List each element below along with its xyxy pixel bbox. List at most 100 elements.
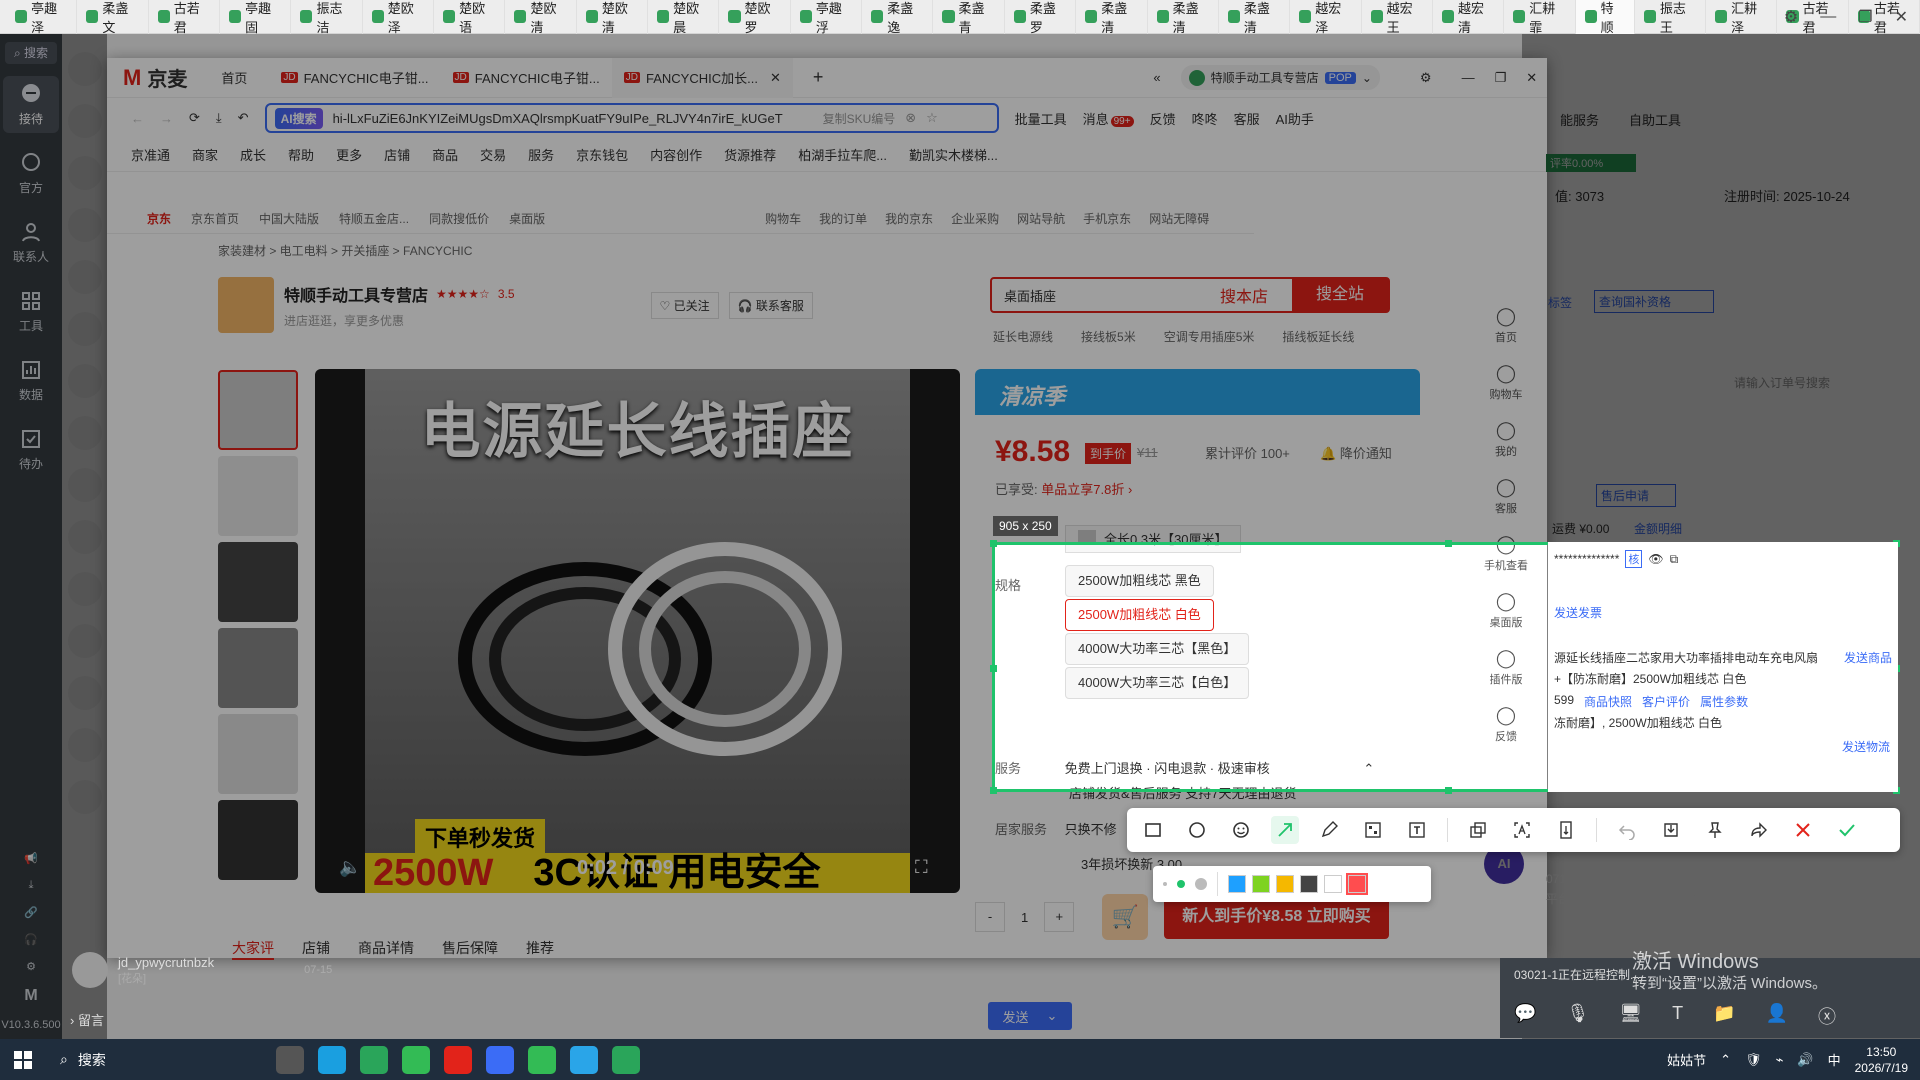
minimize-icon[interactable]: —: [1820, 8, 1836, 26]
wechat-icon[interactable]: [360, 1045, 388, 1074]
top-tab[interactable]: 楚欧泽: [363, 0, 435, 35]
top-tab[interactable]: 越宏清: [1433, 0, 1505, 35]
volume-icon[interactable]: 🔊: [1797, 1052, 1813, 1068]
mic-icon[interactable]: 🎙: [1566, 1003, 1589, 1029]
avatar[interactable]: [67, 468, 102, 502]
jd-nav-item[interactable]: 网站无障碍: [1149, 210, 1209, 227]
product-thumbnail[interactable]: [218, 800, 298, 880]
settings-icon[interactable]: ⚙: [26, 960, 36, 973]
send-product-link[interactable]: 发送商品: [1844, 649, 1892, 687]
top-tab[interactable]: 亭趣固: [220, 0, 292, 35]
jm-tab[interactable]: JD FANCYCHIC电子钳...: [441, 58, 612, 98]
follow-button[interactable]: ♡ 已关注: [650, 291, 719, 319]
home-service-value[interactable]: 只换不修: [1065, 822, 1117, 837]
jd-nav-item[interactable]: 我的京东: [885, 210, 933, 227]
app-icon[interactable]: [402, 1045, 430, 1074]
collapse-icon[interactable]: «: [1153, 70, 1160, 85]
qty-minus-button[interactable]: -: [975, 902, 1005, 932]
top-tab[interactable]: 柔盏清: [1219, 0, 1291, 35]
order-search-input[interactable]: 请输入订单号搜索: [1734, 374, 1874, 391]
screen-icon[interactable]: 🖥: [1619, 1003, 1642, 1029]
address-bar[interactable]: AI搜索 hi-lLxFuZiE6JnKYIZeiMUgsDmXAQlrsmpK…: [264, 103, 999, 133]
jm-logo-icon[interactable]: M: [24, 987, 37, 1005]
forward-icon[interactable]: →: [160, 111, 173, 126]
menu-item[interactable]: 交易: [480, 145, 506, 164]
pin-to-screen-tool[interactable]: [1464, 816, 1492, 844]
top-tab[interactable]: 古若君: [149, 0, 221, 35]
avatar[interactable]: [67, 208, 102, 242]
toolbar-item[interactable]: 反馈: [1150, 109, 1176, 128]
resize-handle[interactable]: [990, 787, 997, 794]
resize-handle[interactable]: [1445, 787, 1452, 794]
menu-item[interactable]: 服务: [528, 145, 554, 164]
top-tab[interactable]: 柔盏青: [933, 0, 1005, 35]
price-alert[interactable]: 🔔 降价通知: [1320, 443, 1392, 462]
qty-plus-button[interactable]: +: [1044, 902, 1075, 932]
refund-button[interactable]: 售后申请: [1596, 484, 1676, 507]
download-icon[interactable]: ⤓: [216, 110, 222, 126]
avatar[interactable]: [67, 520, 102, 554]
subsidy-query-button[interactable]: 查询国补资格: [1594, 290, 1714, 313]
jd-nav-logo[interactable]: 京东: [147, 210, 171, 227]
color-swatch[interactable]: [1228, 875, 1246, 893]
size-medium-icon[interactable]: [1177, 880, 1185, 888]
verify-badge[interactable]: 核: [1625, 550, 1643, 568]
smart-service-label[interactable]: 能服务: [1560, 110, 1599, 129]
product-thumbnail[interactable]: [218, 714, 298, 794]
reload-icon[interactable]: ⟳: [189, 110, 200, 126]
menu-item[interactable]: 货源推荐: [724, 145, 776, 164]
top-tab[interactable]: 亭趣泽: [6, 0, 78, 35]
link-icon[interactable]: 🔗: [24, 906, 38, 919]
menu-item[interactable]: 商品: [432, 145, 458, 164]
taskbar-search[interactable]: ⌕ 搜索: [46, 1039, 216, 1080]
close-icon[interactable]: ✕: [1895, 7, 1908, 27]
rail-item-todo[interactable]: 待办: [3, 421, 59, 478]
headset-icon[interactable]: 🎧: [24, 933, 38, 946]
menu-item[interactable]: 成长: [240, 145, 266, 164]
ellipse-tool[interactable]: [1183, 816, 1211, 844]
search-shop-button[interactable]: 搜本店: [1196, 283, 1292, 307]
user-icon[interactable]: 👤: [1766, 1003, 1788, 1029]
avatar[interactable]: [67, 624, 102, 658]
top-tab[interactable]: 楚欧晨: [648, 0, 720, 35]
color-swatch[interactable]: [1276, 875, 1294, 893]
toolbar-item[interactable]: 批量工具: [1015, 109, 1067, 128]
avatar[interactable]: [67, 364, 102, 398]
jd-nav-item[interactable]: 我的订单: [819, 210, 867, 227]
avatar[interactable]: [67, 728, 102, 762]
shop-name[interactable]: 特顺手动工具专营店: [284, 282, 428, 306]
avatar[interactable]: [67, 52, 102, 86]
hot-word[interactable]: 延长电源线: [993, 328, 1053, 345]
color-swatch[interactable]: [1324, 875, 1342, 893]
chat-icon[interactable]: 💬: [1514, 1003, 1536, 1029]
minimize-icon[interactable]: —: [1462, 70, 1475, 85]
pin-tool[interactable]: [1701, 816, 1729, 844]
enjoy-promo[interactable]: 已享受: 单品立享7.8折 ›: [995, 479, 1132, 498]
app-icon[interactable]: [528, 1045, 556, 1074]
text-icon[interactable]: T: [1672, 1003, 1683, 1029]
size-large-icon[interactable]: [1195, 878, 1207, 890]
size-small-icon[interactable]: [1163, 882, 1167, 886]
shop-sub[interactable]: 进店逛逛，享更多优惠: [284, 312, 515, 329]
shop-switcher[interactable]: 特顺手动工具专营店 POP ⌄: [1180, 65, 1380, 90]
menu-item[interactable]: 更多: [336, 145, 362, 164]
menu-item[interactable]: 勤凯实木楼梯...: [909, 145, 998, 164]
top-tab[interactable]: 振志洁: [291, 0, 363, 35]
jd-nav-item[interactable]: 中国大陆版: [259, 210, 319, 227]
share-tool[interactable]: [1745, 816, 1773, 844]
close-icon[interactable]: ✕: [1526, 70, 1537, 86]
save-tool[interactable]: [1657, 816, 1685, 844]
top-tab[interactable]: 楚欧清: [577, 0, 649, 35]
self-service-tools[interactable]: 自助工具: [1629, 110, 1681, 129]
contact-button[interactable]: 🎧 联系客服: [728, 291, 813, 319]
fullscreen-icon[interactable]: ⛶: [915, 857, 928, 878]
clear-icon[interactable]: ⊗: [905, 110, 916, 126]
mosaic-tool[interactable]: [1359, 816, 1387, 844]
product-thumbnail[interactable]: [218, 542, 298, 622]
copy-icon[interactable]: ⧉: [1670, 552, 1679, 567]
top-tab[interactable]: 柔盏清: [1148, 0, 1219, 35]
side-tool[interactable]: ◯ 购物车: [1490, 363, 1523, 402]
resize-handle[interactable]: [990, 540, 997, 547]
top-tab[interactable]: 柔盏逸: [862, 0, 934, 35]
jm-app-icon[interactable]: [486, 1045, 514, 1074]
